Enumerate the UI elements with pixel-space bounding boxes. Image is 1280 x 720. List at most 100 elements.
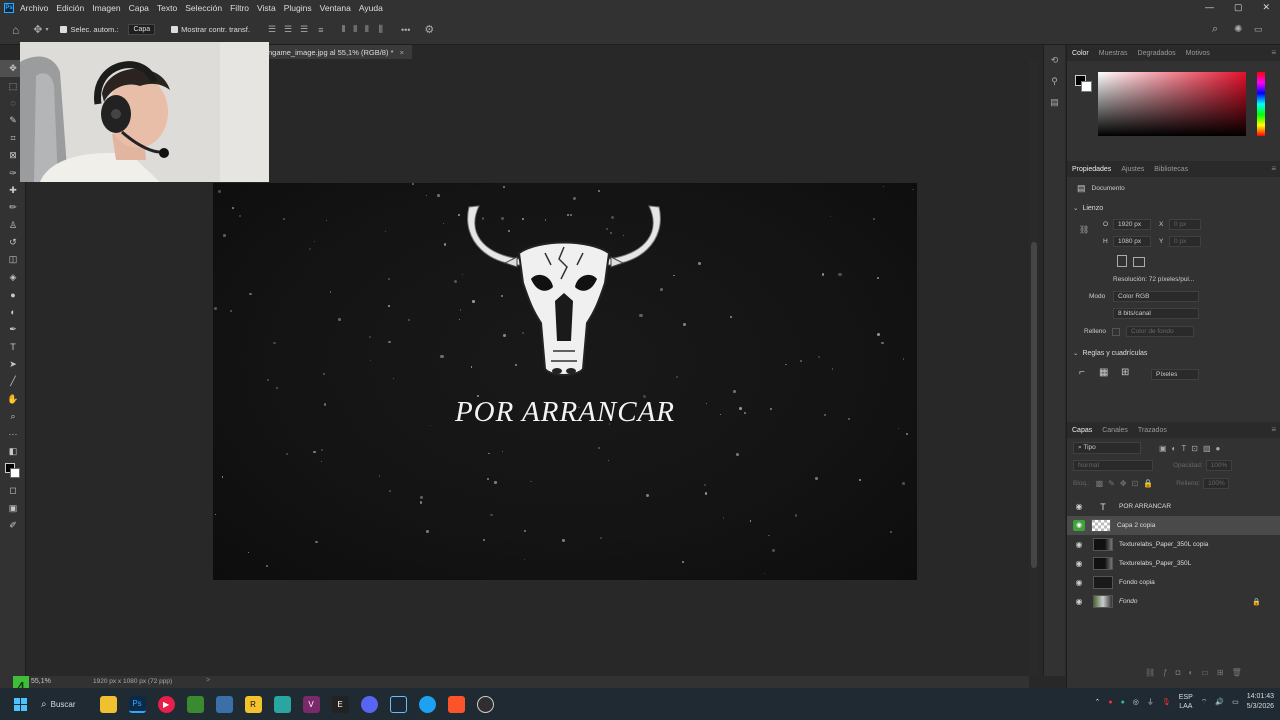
landscape-icon[interactable] <box>1133 257 1145 267</box>
steam-tray-icon[interactable]: ◎ <box>1133 698 1139 706</box>
minecraft-icon[interactable] <box>186 695 204 713</box>
layer-row[interactable]: ◉ Texturelabs_Paper_350L <box>1067 554 1280 573</box>
epic-games-icon[interactable]: E <box>331 695 349 713</box>
eraser-tool-icon[interactable]: ◫ <box>0 251 26 268</box>
adjustments-icon[interactable]: ⚲ <box>1044 76 1065 87</box>
media-player-icon[interactable]: ▶ <box>157 695 175 713</box>
collapse-chevron-icon[interactable]: ⌄ <box>1073 204 1078 212</box>
tab-properties[interactable]: Propiedades <box>1067 166 1116 173</box>
clock[interactable]: 14:01:43 5/3/2026 <box>1247 692 1274 712</box>
rockstar-icon[interactable]: R <box>244 695 262 713</box>
screen-mode-icon[interactable]: ▣ <box>0 499 26 516</box>
volume-icon[interactable]: 🔊 <box>1215 698 1224 706</box>
search-icon[interactable]: ⌕ <box>1212 23 1218 36</box>
height-field[interactable]: 1080 px <box>1113 236 1151 247</box>
tab-libraries[interactable]: Bibliotecas <box>1149 166 1193 173</box>
menu-plugins[interactable]: Plugins <box>284 3 312 13</box>
edit-toolbar-icon[interactable]: ✐ <box>0 517 26 534</box>
menu-capa[interactable]: Capa <box>129 3 149 13</box>
brush-tool-icon[interactable]: ✏ <box>0 199 26 216</box>
align-top-icon[interactable]: ⫴ <box>341 24 345 35</box>
move-tool-icon[interactable]: ✥ <box>33 23 42 36</box>
tab-paths[interactable]: Trazados <box>1133 427 1172 434</box>
panel-menu-icon[interactable]: ≡ <box>1271 48 1276 57</box>
chevron-down-icon[interactable]: ▾ <box>45 26 48 33</box>
guides-icon[interactable]: ⊞ <box>1121 367 1129 378</box>
filter-icons[interactable]: ▣◐T⊡▨● <box>1159 444 1225 453</box>
menu-archivo[interactable]: Archivo <box>20 3 48 13</box>
trash-icon[interactable]: 🗑 <box>1232 668 1250 677</box>
width-field[interactable]: 1920 px <box>1113 219 1151 230</box>
menu-texto[interactable]: Texto <box>157 3 177 13</box>
units-dropdown[interactable]: Píxeles <box>1151 369 1199 380</box>
fg-bg-swatches[interactable] <box>1075 75 1093 93</box>
distribute-vertical-icon[interactable]: ⫼ <box>379 24 383 35</box>
auto-select-checkbox[interactable]: Selec. autom.: <box>60 25 118 34</box>
layer-row[interactable]: ◉ T POR ARRANCAR <box>1067 497 1280 516</box>
align-bottom-icon[interactable]: ⫴ <box>365 24 369 35</box>
document-canvas[interactable]: POR ARRANCAR <box>213 183 917 580</box>
battery-icon[interactable]: ▭ <box>1232 698 1239 706</box>
menu-ventana[interactable]: Ventana <box>320 3 351 13</box>
layer-actions[interactable]: ⛓ ƒ ◘ ◐ ▭ ⊞ 🗑 <box>1145 668 1250 677</box>
fill-field[interactable]: 100% <box>1203 478 1230 489</box>
tray-app-icon[interactable]: ● <box>1108 699 1112 706</box>
new-layer-icon[interactable]: ⊞ <box>1217 668 1232 677</box>
zoom-tool-icon[interactable]: ⌕ <box>0 408 26 425</box>
hue-slider[interactable] <box>1257 72 1265 136</box>
mic-icon[interactable]: 🎙 <box>1162 698 1171 706</box>
fx-icon[interactable]: ƒ <box>1163 668 1175 677</box>
grid-icon[interactable]: ▦ <box>1099 367 1108 378</box>
close-window-button[interactable]: ✕ <box>1262 2 1270 13</box>
visibility-eye-icon[interactable]: ◉ <box>1071 540 1087 549</box>
vertical-scroll-thumb[interactable] <box>1031 242 1037 568</box>
more-options-button[interactable]: ••• <box>401 25 410 35</box>
visibility-eye-icon[interactable]: ◉ <box>1071 502 1087 511</box>
link-icon[interactable]: ⛓ <box>1079 225 1089 234</box>
file-explorer-icon[interactable] <box>99 695 117 713</box>
zoom-level[interactable]: 55,1% <box>31 678 51 685</box>
align-middle-icon[interactable]: ⫴ <box>353 24 357 35</box>
tab-channels[interactable]: Canales <box>1097 427 1133 434</box>
discord-icon[interactable] <box>360 695 378 713</box>
opacity-field[interactable]: 100% <box>1205 460 1232 471</box>
link-layers-icon[interactable]: ⛓ <box>1145 668 1163 677</box>
brave-icon[interactable] <box>447 695 465 713</box>
close-tab-icon[interactable]: × <box>400 48 404 57</box>
app-blue-icon[interactable] <box>418 695 436 713</box>
healing-brush-icon[interactable]: ✚ <box>0 182 26 199</box>
wifi-icon[interactable]: ⌔ <box>1201 698 1208 707</box>
status-menu-arrow[interactable]: > <box>206 677 210 684</box>
menu-edicion[interactable]: Edición <box>56 3 84 13</box>
history-icon[interactable]: ⟲ <box>1044 55 1065 66</box>
align-left-icon[interactable]: ☰ <box>268 24 276 35</box>
ruler-icon[interactable]: ⌐ <box>1079 367 1085 378</box>
document-tab[interactable]: ngame_image.jpg al 55,1% (RGB/8) * × <box>262 45 412 59</box>
collapse-chevron-icon[interactable]: ⌄ <box>1073 349 1078 357</box>
menu-filtro[interactable]: Filtro <box>230 3 249 13</box>
vs-app-icon[interactable]: V <box>302 695 320 713</box>
dodge-tool-icon[interactable]: ◐ <box>0 303 26 320</box>
vertical-scrollbar[interactable] <box>1029 60 1039 676</box>
maximize-button[interactable]: ▢ <box>1234 2 1243 13</box>
hand-tool-icon[interactable]: ✋ <box>0 390 26 407</box>
comments-icon[interactable]: ▤ <box>1044 97 1065 108</box>
visibility-eye-icon[interactable]: ◉ <box>1071 578 1087 587</box>
x-field[interactable]: 0 px <box>1169 219 1201 230</box>
visibility-eye-icon[interactable]: ◉ <box>1073 520 1085 531</box>
language-indicator[interactable]: ESP LAA <box>1179 693 1193 711</box>
game-app-icon[interactable] <box>273 695 291 713</box>
blend-mode-dropdown[interactable]: Normal <box>1073 460 1153 471</box>
line-tool-icon[interactable]: ╱ <box>0 373 26 390</box>
bit-depth-dropdown[interactable]: 8 bits/canal <box>1113 308 1199 319</box>
photoshop-taskbar-icon[interactable]: Ps <box>128 695 146 713</box>
type-tool-icon[interactable]: T <box>0 338 26 355</box>
blur-tool-icon[interactable]: ● <box>0 286 26 303</box>
show-transform-checkbox[interactable]: Mostrar contr. transf. <box>171 25 250 34</box>
mask-icon[interactable]: ◘ <box>1176 668 1189 677</box>
usb-icon[interactable]: ⏚ <box>1147 697 1154 707</box>
stamp-tool-icon[interactable]: ♙ <box>0 217 26 234</box>
quick-mask-icon[interactable]: ◻ <box>0 482 26 499</box>
y-field[interactable]: 0 px <box>1169 236 1201 247</box>
chevron-up-icon[interactable]: ⌃ <box>1094 698 1100 706</box>
